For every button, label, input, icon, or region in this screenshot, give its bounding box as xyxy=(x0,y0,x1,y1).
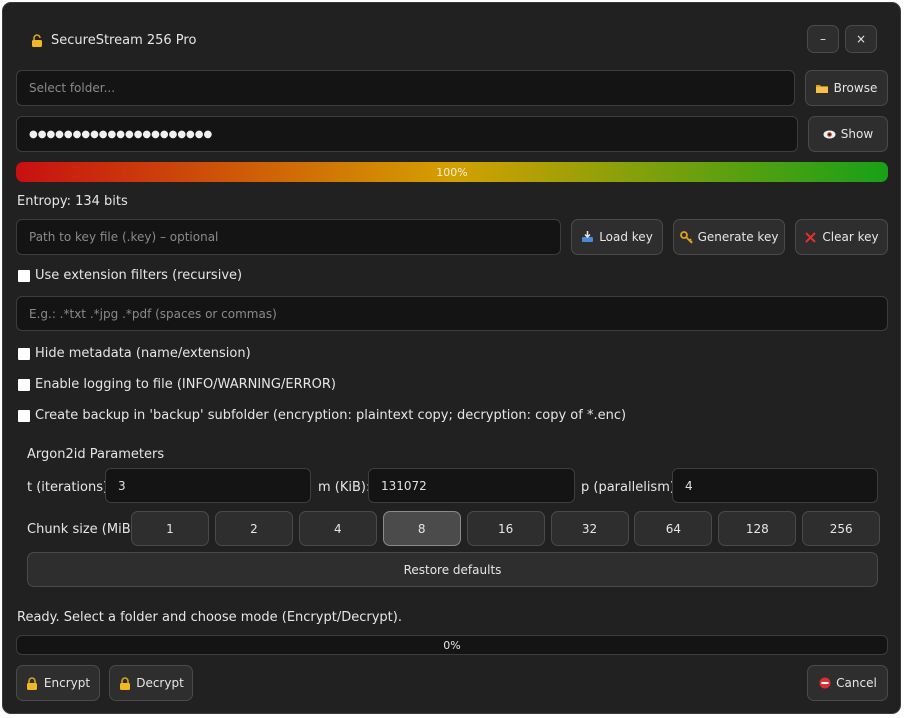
p-parallelism-label: p (parallelism): xyxy=(581,480,680,495)
logging-checkbox[interactable] xyxy=(18,379,30,391)
generate-key-button[interactable]: Generate key xyxy=(673,219,785,255)
progress-label: 0% xyxy=(443,638,461,652)
key-icon xyxy=(679,230,693,244)
decrypt-button[interactable]: Decrypt xyxy=(109,665,193,701)
m-kib-input[interactable] xyxy=(381,478,574,493)
red-x-icon xyxy=(804,231,817,244)
cancel-label: Cancel xyxy=(836,676,877,690)
folder-input[interactable] xyxy=(29,81,794,95)
restore-defaults-button[interactable]: Restore defaults xyxy=(27,552,878,587)
browse-button[interactable]: Browse xyxy=(805,70,888,106)
chunk-size-button[interactable]: 16 xyxy=(466,511,545,546)
t-iterations-label: t (iterations): xyxy=(27,480,113,495)
p-parallelism-field[interactable] xyxy=(672,468,878,503)
p-parallelism-input[interactable] xyxy=(685,478,877,493)
lock-icon xyxy=(118,676,131,690)
entropy-label: Entropy: 134 bits xyxy=(17,194,128,209)
extension-filter-input[interactable] xyxy=(29,306,887,321)
chunk-size-button[interactable]: 64 xyxy=(634,511,713,546)
m-kib-label: m (KiB): xyxy=(318,480,371,495)
browse-label: Browse xyxy=(833,81,878,95)
extension-filters-checkbox[interactable] xyxy=(18,270,30,282)
password-strength-bar: 100% xyxy=(16,162,888,182)
generate-key-label: Generate key xyxy=(697,230,779,244)
encrypt-label: Encrypt xyxy=(43,676,91,690)
backup-checkbox[interactable] xyxy=(18,410,30,422)
cancel-button[interactable]: Cancel xyxy=(807,665,888,701)
status-text: Ready. Select a folder and choose mode (… xyxy=(17,610,402,625)
hide-metadata-checkbox[interactable] xyxy=(18,348,30,360)
clear-key-button[interactable]: Clear key xyxy=(795,219,888,255)
clear-key-label: Clear key xyxy=(822,230,879,244)
t-iterations-field[interactable] xyxy=(105,468,311,503)
chunk-size-button[interactable]: 2 xyxy=(214,511,293,546)
t-iterations-input[interactable] xyxy=(118,478,310,493)
chunk-size-button[interactable]: 128 xyxy=(718,511,797,546)
extension-filters-label: Use extension filters (recursive) xyxy=(35,268,243,283)
hide-metadata-label: Hide metadata (name/extension) xyxy=(35,346,251,361)
no-entry-icon xyxy=(818,677,831,690)
folder-field[interactable] xyxy=(16,70,795,106)
close-button[interactable]: × xyxy=(845,25,877,53)
chunk-size-button[interactable]: 8 xyxy=(382,511,461,546)
logging-label: Enable logging to file (INFO/WARNING/ERR… xyxy=(35,377,336,392)
lock-icon xyxy=(26,676,39,690)
encrypt-button[interactable]: Encrypt xyxy=(16,665,100,701)
chunk-size-button[interactable]: 32 xyxy=(550,511,629,546)
password-value: ●●●●●●●●●●●●●●●●●●●●● xyxy=(29,128,213,140)
chunk-size-button[interactable]: 1 xyxy=(131,511,209,546)
progress-bar: 0% xyxy=(16,635,888,655)
decrypt-label: Decrypt xyxy=(136,676,184,690)
backup-label: Create backup in 'backup' subfolder (enc… xyxy=(35,408,627,423)
m-kib-field[interactable] xyxy=(368,468,575,503)
show-button[interactable]: Show xyxy=(808,116,888,152)
eye-icon xyxy=(823,128,836,141)
chunk-size-button[interactable]: 256 xyxy=(802,511,881,546)
show-label: Show xyxy=(840,127,874,141)
app-window: SecureStream 256 Pro – × Browse ●●●●●●●●… xyxy=(2,2,901,714)
load-key-label: Load key xyxy=(599,230,653,244)
extension-filter-field[interactable] xyxy=(16,296,888,331)
key-load-icon xyxy=(581,231,594,244)
folder-icon xyxy=(816,82,829,95)
password-strength-label: 100% xyxy=(436,165,468,179)
chunk-size-button[interactable]: 4 xyxy=(298,511,377,546)
password-field[interactable]: ●●●●●●●●●●●●●●●●●●●●● xyxy=(16,116,798,152)
chunk-size-label: Chunk size (MiB): xyxy=(27,522,141,537)
window-title: SecureStream 256 Pro xyxy=(51,33,197,48)
keyfile-field[interactable] xyxy=(16,219,561,255)
argon-title: Argon2id Parameters xyxy=(27,447,165,462)
load-key-button[interactable]: Load key xyxy=(571,219,663,255)
keyfile-input[interactable] xyxy=(29,230,560,244)
minimize-button[interactable]: – xyxy=(807,25,839,53)
padlock-icon xyxy=(30,34,44,48)
